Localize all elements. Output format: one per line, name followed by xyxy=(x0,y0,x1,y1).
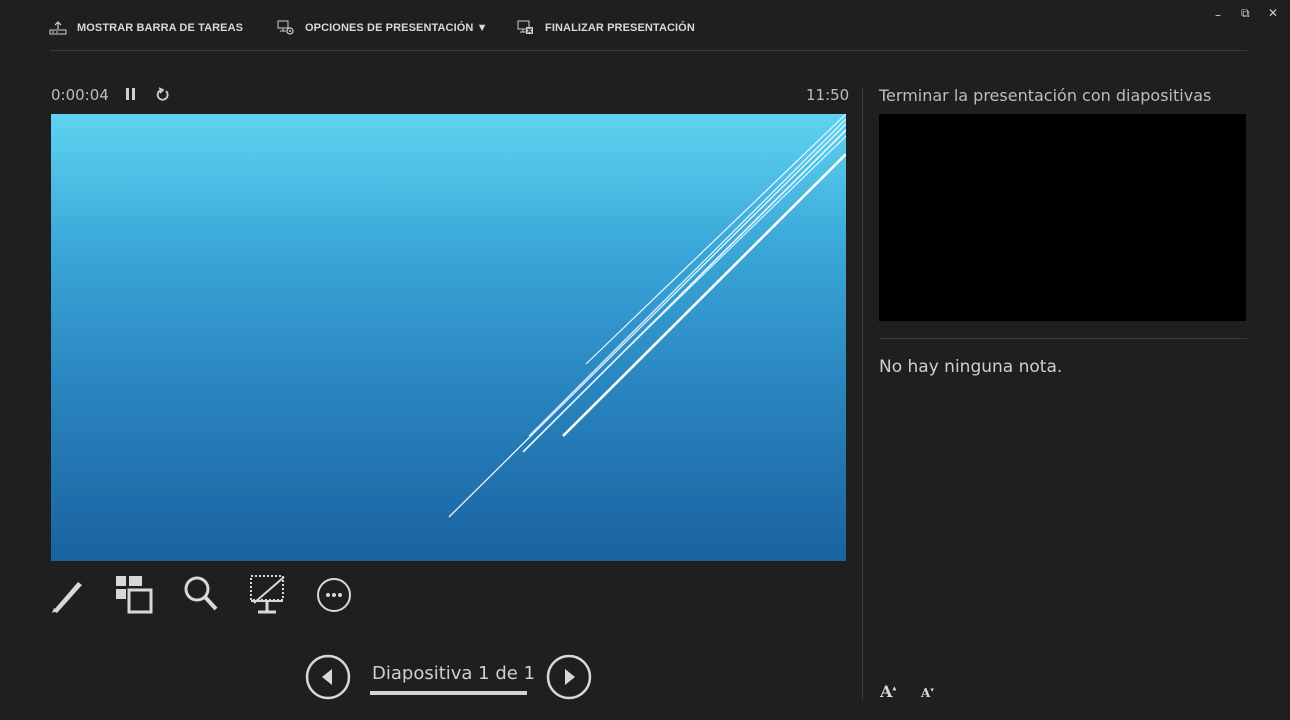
notes-divider xyxy=(879,338,1247,339)
restore-button[interactable]: ⧉ xyxy=(1241,6,1250,21)
current-slide[interactable] xyxy=(51,114,846,561)
close-button[interactable]: ✕ xyxy=(1268,6,1278,20)
next-slide-title: Terminar la presentación con diapositiva… xyxy=(879,86,1212,105)
slide-counter[interactable]: Diapositiva 1 de 1 xyxy=(372,663,535,684)
more-options-button[interactable] xyxy=(312,573,356,617)
next-icon xyxy=(546,654,592,700)
end-show-button[interactable]: FINALIZAR PRESENTACIÓN xyxy=(517,17,695,39)
pane-divider xyxy=(862,88,863,700)
see-all-slides-button[interactable] xyxy=(113,573,157,617)
slide-counter-underline xyxy=(370,691,527,695)
zoom-button[interactable] xyxy=(182,573,226,617)
show-taskbar-label: MOSTRAR BARRA DE TAREAS xyxy=(77,22,244,34)
end-show-icon xyxy=(517,20,535,36)
toolbar-divider xyxy=(50,50,1247,51)
increase-font-label: A xyxy=(880,682,893,701)
pen-icon xyxy=(52,582,82,613)
speaker-notes: No hay ninguna nota. xyxy=(879,357,1063,377)
restart-icon xyxy=(156,87,169,101)
display-settings-button[interactable]: OPCIONES DE PRESENTACIÓN ▼ xyxy=(277,17,488,39)
slide-decoration-lines xyxy=(448,114,846,518)
pen-tool-button[interactable] xyxy=(48,573,92,617)
see-all-slides-icon xyxy=(116,576,153,614)
current-time: 11:50 xyxy=(806,86,850,104)
more-options-icon xyxy=(317,578,351,612)
decrease-font-label: A xyxy=(921,686,931,700)
previous-slide-button[interactable] xyxy=(304,653,351,700)
taskbar-icon xyxy=(49,21,67,35)
show-taskbar-button[interactable]: MOSTRAR BARRA DE TAREAS xyxy=(49,17,243,39)
next-slide-preview[interactable] xyxy=(879,114,1246,321)
previous-icon xyxy=(305,654,351,700)
restart-timer-button[interactable] xyxy=(155,85,171,107)
decrease-font-button[interactable]: A▾ xyxy=(921,685,934,700)
end-show-label: FINALIZAR PRESENTACIÓN xyxy=(545,22,695,34)
black-screen-icon xyxy=(250,575,285,614)
zoom-icon xyxy=(184,576,218,611)
display-settings-label: OPCIONES DE PRESENTACIÓN ▼ xyxy=(305,22,488,34)
display-settings-icon xyxy=(277,20,295,36)
increase-font-button[interactable]: A▴ xyxy=(880,682,896,701)
pause-icon xyxy=(126,88,135,100)
elapsed-timer: 0:00:04 xyxy=(51,86,109,104)
black-screen-button[interactable] xyxy=(246,573,290,617)
minimize-button[interactable]: – xyxy=(1215,8,1221,22)
next-slide-button[interactable] xyxy=(545,653,592,700)
pause-timer-button[interactable] xyxy=(124,85,138,107)
